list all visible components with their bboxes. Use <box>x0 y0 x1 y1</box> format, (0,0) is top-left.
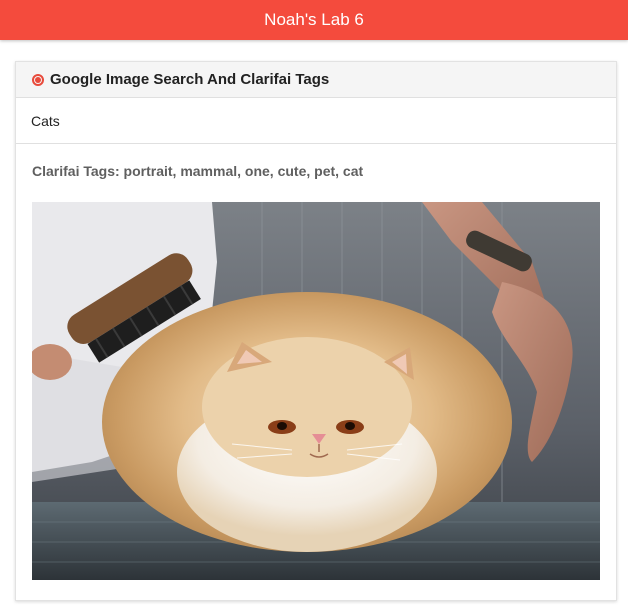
app-title: Noah's Lab 6 <box>264 10 364 29</box>
search-row <box>16 98 616 144</box>
card-header: Google Image Search And Clarifai Tags <box>16 62 616 98</box>
clarifai-tags: Clarifai Tags: portrait, mammal, one, cu… <box>32 163 364 179</box>
result-image <box>32 202 600 580</box>
search-input[interactable] <box>31 112 591 129</box>
search-card: Google Image Search And Clarifai Tags Cl… <box>15 61 617 601</box>
radio-dot-icon <box>32 73 44 86</box>
card-title: Google Image Search And Clarifai Tags <box>50 71 330 88</box>
app-header: Noah's Lab 6 <box>0 0 628 40</box>
cat-photo <box>32 202 600 580</box>
